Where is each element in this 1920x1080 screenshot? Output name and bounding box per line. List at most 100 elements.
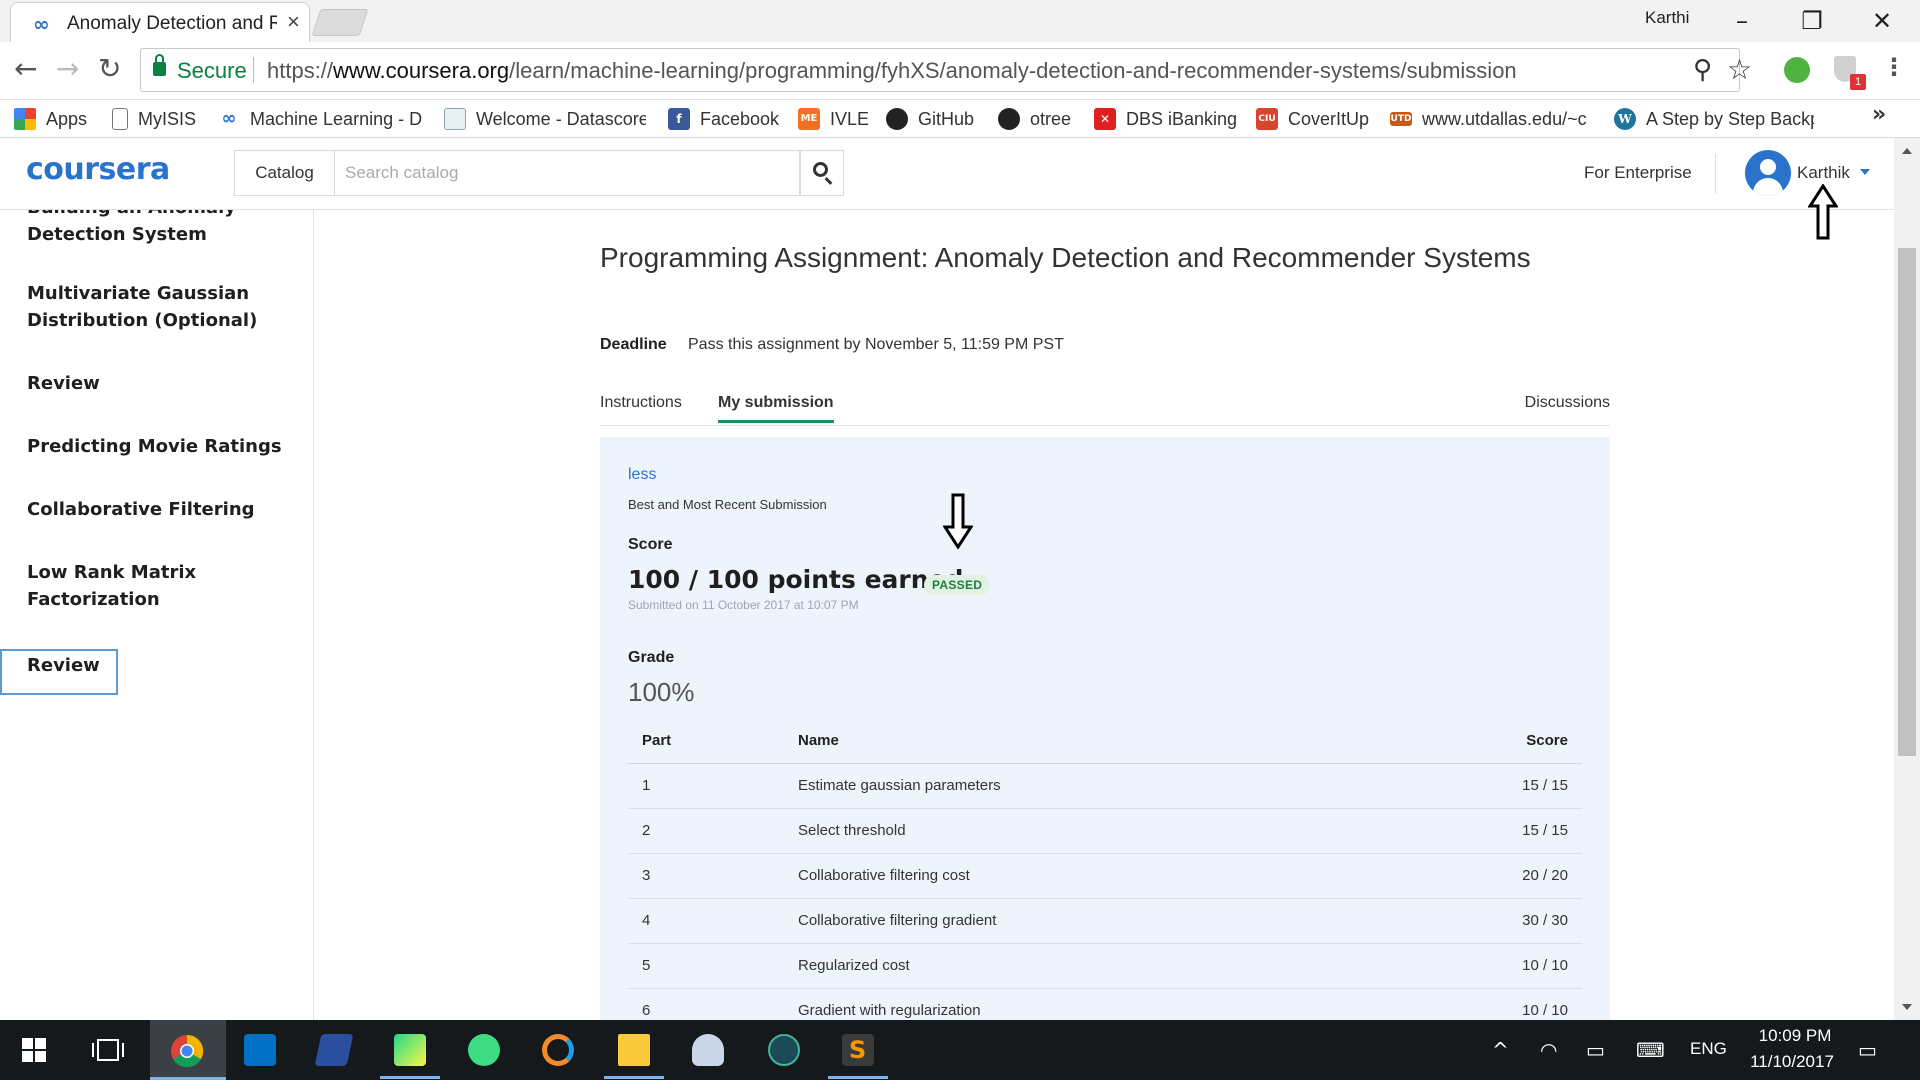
coveritup-icon: CIU (1256, 108, 1278, 130)
sidebar-item-collaborative-filtering[interactable]: Collaborative Filtering (27, 496, 297, 523)
chevron-down-icon[interactable] (1860, 169, 1870, 175)
windows-start-icon[interactable] (22, 1038, 46, 1062)
ivle-icon: ME (798, 108, 820, 130)
action-center-icon[interactable]: ▭ (1858, 1038, 1877, 1062)
bookmark-backprop[interactable]: WA Step by Step Backp (1614, 100, 1814, 138)
facebook-icon: f (668, 108, 690, 130)
task-view-icon[interactable] (92, 1038, 124, 1062)
user-menu-name[interactable]: Karthik (1797, 163, 1850, 183)
page-scrollbar[interactable] (1894, 138, 1920, 1020)
pycharm-icon[interactable] (394, 1034, 426, 1066)
deadline-label: Deadline (600, 336, 667, 353)
browser-tab-title: Anomaly Detection and R (67, 13, 277, 34)
secure-label: Secure (177, 58, 247, 83)
sidebar-item-low-rank[interactable]: Low Rank Matrix Factorization (27, 559, 297, 613)
catalog-button[interactable]: Catalog (234, 150, 334, 196)
bookmark-coveritup[interactable]: CIU CoverItUp (1256, 100, 1369, 138)
sublime-text-icon[interactable]: S (842, 1034, 874, 1066)
coursera-logo[interactable]: coursera (26, 152, 170, 187)
parts-table: Part Name Score 1 Estimate gaussian para… (628, 719, 1582, 1020)
bookmark-machine-learning[interactable]: ∞ Machine Learning - D (218, 100, 423, 138)
chrome-icon[interactable] (170, 1034, 204, 1068)
tab-instructions[interactable]: Instructions (600, 394, 682, 420)
for-enterprise-link[interactable]: For Enterprise (1584, 163, 1692, 183)
reload-icon[interactable]: ↻ (98, 52, 121, 85)
search-input[interactable] (334, 150, 800, 196)
minimize-icon[interactable]: – (1712, 4, 1772, 38)
battery-icon[interactable]: ▭ (1586, 1038, 1605, 1062)
zoom-icon[interactable]: ⚲ (1693, 55, 1712, 85)
tab-my-submission[interactable]: My submission (718, 394, 834, 423)
show-hidden-icons-icon[interactable]: ^ (1492, 1038, 1509, 1062)
assignment-tabs: Instructions My submission Discussions (600, 374, 1610, 426)
restore-icon[interactable]: ❐ (1782, 4, 1842, 38)
course-sidebar: Building an Anomaly Detection System Mul… (0, 210, 314, 1020)
bookmark-datascore[interactable]: Welcome - Datascore (444, 100, 646, 138)
deadline-text: Pass this assignment by November 5, 11:5… (688, 336, 1064, 353)
close-window-icon[interactable]: ✕ (1852, 4, 1912, 38)
part-number: 6 (628, 988, 798, 1020)
language-indicator[interactable]: ENG (1690, 1039, 1727, 1059)
score-label: Score (628, 536, 673, 553)
address-bar[interactable]: Secure https://www.coursera.org/learn/ma… (140, 48, 1752, 92)
bookmark-myisis[interactable]: MyISIS (112, 100, 196, 138)
less-toggle-link[interactable]: less (628, 466, 656, 484)
sidebar-item-anomaly-system[interactable]: Building an Anomaly Detection System (27, 210, 297, 248)
browser-toolbar: ← → ↻ Secure https://www.coursera.org/le… (0, 42, 1920, 100)
bookmark-dbs[interactable]: ✕ DBS iBanking (1094, 100, 1237, 138)
close-tab-icon[interactable]: × (287, 9, 300, 35)
clock-date[interactable]: 11/10/2017 (1742, 1052, 1842, 1072)
bookmark-otree[interactable]: otree (998, 100, 1071, 138)
github-icon (886, 108, 908, 130)
bookmark-github[interactable]: GitHub (886, 100, 974, 138)
outlook-icon[interactable] (244, 1034, 276, 1066)
search-button[interactable] (800, 150, 844, 196)
table-header-row: Part Name Score (628, 719, 1582, 764)
clock-time[interactable]: 10:09 PM (1750, 1026, 1840, 1046)
windows-taskbar: S ^ ◠ ▭ ⌨ ENG 10:09 PM 11/10/2017 ▭ (0, 1020, 1920, 1080)
bookmark-utdallas[interactable]: UTD www.utdallas.edu/~c (1390, 100, 1590, 138)
bookmark-apps[interactable]: Apps (14, 100, 87, 138)
paint-icon[interactable] (692, 1034, 724, 1066)
bookmark-facebook[interactable]: f Facebook (668, 100, 779, 138)
part-score: 30 / 30 (1403, 898, 1582, 944)
utd-icon: UTD (1390, 112, 1412, 126)
scroll-up-icon[interactable] (1902, 148, 1912, 154)
wifi-icon[interactable]: ◠ (1540, 1038, 1557, 1062)
anaconda-icon[interactable] (768, 1034, 800, 1066)
browser-menu-icon[interactable]: ⋮ (1882, 53, 1906, 81)
github-icon (998, 108, 1020, 130)
green-extension-icon[interactable] (1784, 57, 1810, 83)
sidebar-item-predicting-ratings[interactable]: Predicting Movie Ratings (27, 433, 297, 460)
back-arrow-icon[interactable]: ← (14, 52, 37, 85)
browser-tab[interactable]: ∞ Anomaly Detection and R × (10, 2, 310, 42)
jupyter-icon[interactable] (542, 1034, 574, 1066)
coursera-icon: ∞ (221, 108, 237, 129)
bookmark-ivle[interactable]: ME IVLE (798, 100, 869, 138)
new-tab-button[interactable] (311, 9, 369, 36)
wordpress-icon: W (1614, 108, 1636, 130)
bookmarks-more-icon[interactable]: » (1872, 102, 1886, 127)
bookmark-star-icon[interactable]: ☆ (1727, 53, 1752, 86)
sidebar-item-review-label: Review (27, 655, 100, 676)
avatar[interactable] (1745, 150, 1791, 196)
part-name: Collaborative filtering gradient (798, 898, 1404, 944)
page-icon (444, 108, 466, 130)
keyboard-icon[interactable]: ⌨ (1636, 1038, 1665, 1062)
grade-label: Grade (628, 649, 675, 666)
extension-badge: 1 (1850, 74, 1866, 90)
part-name: Estimate gaussian parameters (798, 763, 1404, 809)
file-explorer-icon[interactable] (618, 1034, 650, 1066)
scroll-down-icon[interactable] (1902, 1004, 1912, 1010)
sidebar-item-review[interactable]: Review (27, 370, 297, 397)
android-studio-icon[interactable] (468, 1034, 500, 1066)
sidebar-item-multivariate-gaussian[interactable]: Multivariate Gaussian Distribution (Opti… (27, 280, 297, 334)
scrollbar-thumb[interactable] (1898, 248, 1916, 756)
url-text[interactable]: https://www.coursera.org/learn/machine-l… (267, 58, 1517, 84)
browser-profile-name[interactable]: Karthi (1645, 8, 1689, 28)
tab-discussions[interactable]: Discussions (1525, 394, 1610, 420)
main-content: Programming Assignment: Anomaly Detectio… (314, 210, 1894, 1020)
submission-caption: Best and Most Recent Submission (628, 497, 827, 512)
forward-arrow-icon[interactable]: → (56, 52, 79, 85)
powershell-icon[interactable] (314, 1034, 354, 1066)
